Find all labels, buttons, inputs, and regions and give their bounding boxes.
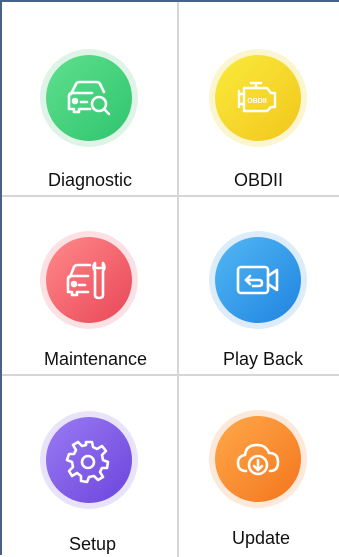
engine-badge-text: OBDII <box>247 98 267 105</box>
icon-halo: OBDII <box>209 49 307 147</box>
menu-label: Setup <box>69 534 117 554</box>
car-search-icon <box>46 55 132 141</box>
menu-tile-obdii[interactable]: OBDII OBDII <box>179 2 339 195</box>
menu-label: Update <box>232 528 291 548</box>
car-wrench-icon <box>46 237 132 323</box>
gear-icon <box>46 417 132 503</box>
engine-obdii-icon: OBDII <box>215 55 301 141</box>
cloud-download-icon <box>215 416 301 502</box>
icon-halo <box>209 231 307 329</box>
video-replay-icon <box>215 237 301 323</box>
menu-label: OBDII <box>234 170 284 190</box>
main-menu-screen: Diagnostic OBDII OBDII Maintenance Play … <box>0 0 339 557</box>
icon-halo <box>40 231 138 329</box>
menu-tile-play-back[interactable]: Play Back <box>179 197 339 374</box>
icon-halo <box>40 49 138 147</box>
menu-tile-update[interactable]: Update <box>179 376 339 557</box>
menu-label: Diagnostic <box>48 170 133 190</box>
menu-label: Maintenance <box>44 349 148 369</box>
menu-tile-maintenance[interactable]: Maintenance <box>2 197 177 374</box>
menu-tile-diagnostic[interactable]: Diagnostic <box>2 2 177 195</box>
icon-halo <box>40 411 138 509</box>
menu-tile-setup[interactable]: Setup <box>2 376 177 557</box>
menu-label: Play Back <box>223 349 304 369</box>
icon-halo <box>209 410 307 508</box>
